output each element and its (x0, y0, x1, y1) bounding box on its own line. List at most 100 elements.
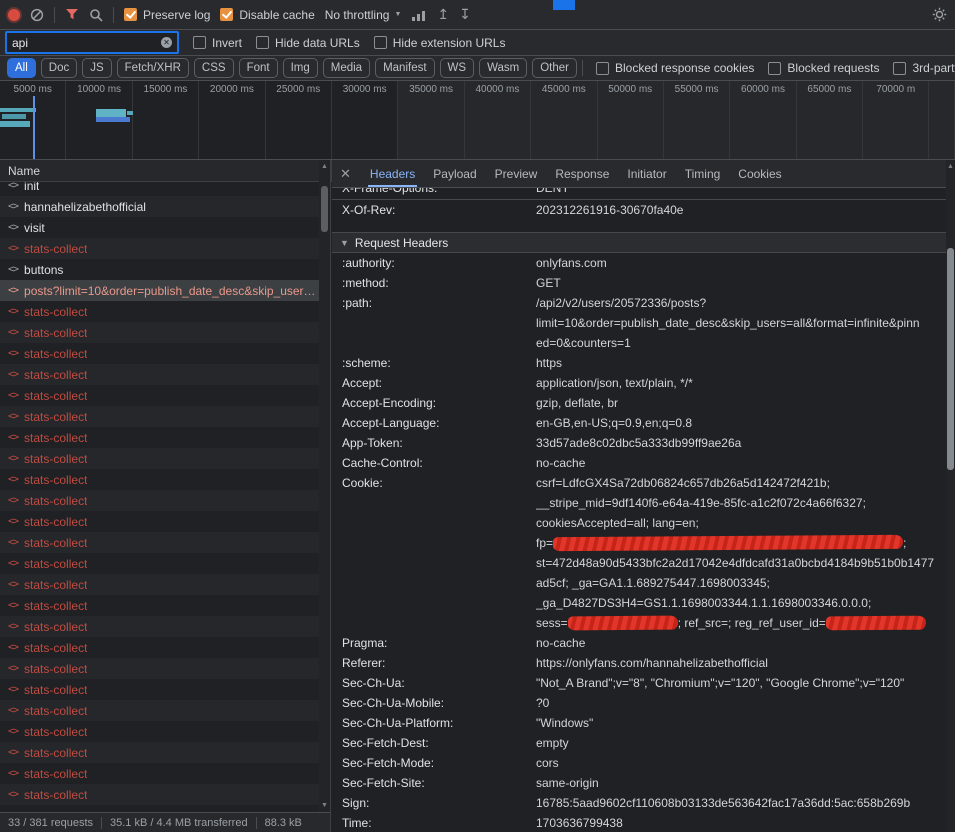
type-filter-other[interactable]: Other (532, 58, 577, 78)
request-row[interactable]: <>stats-collect (0, 679, 319, 700)
request-row[interactable]: <>visit (0, 217, 319, 238)
request-row[interactable]: <>stats-collect (0, 658, 319, 679)
request-row[interactable]: <>stats-collect (0, 322, 319, 343)
request-row[interactable]: <>stats-collect (0, 343, 319, 364)
timeline-column[interactable]: 20000 ms (199, 81, 265, 159)
clear-filter-icon[interactable]: ✕ (161, 37, 172, 48)
request-row[interactable]: <>stats-collect (0, 742, 319, 763)
throttling-dropdown[interactable]: No throttling ▼ (325, 8, 402, 22)
type-filter-all[interactable]: All (7, 58, 36, 78)
script-file-icon: <> (8, 327, 18, 338)
request-row[interactable]: <>stats-collect (0, 574, 319, 595)
type-filter-js[interactable]: JS (82, 58, 111, 78)
type-filter-doc[interactable]: Doc (41, 58, 77, 78)
request-row[interactable]: <>stats-collect (0, 511, 319, 532)
name-column-header[interactable]: Name (0, 160, 332, 182)
request-name: stats-collect (24, 725, 87, 739)
request-row[interactable]: <>stats-collect (0, 238, 319, 259)
type-filter-wasm[interactable]: Wasm (479, 58, 527, 78)
details-scrollbar[interactable]: ▲ (946, 160, 955, 832)
type-filter-img[interactable]: Img (283, 58, 318, 78)
request-row[interactable]: <>stats-collect (0, 532, 319, 553)
type-filter-media[interactable]: Media (323, 58, 370, 78)
tab-preview[interactable]: Preview (486, 160, 547, 187)
timeline-column[interactable]: 25000 ms (266, 81, 332, 159)
settings-gear-icon[interactable] (932, 7, 947, 22)
timeline-column[interactable]: 60000 ms (730, 81, 796, 159)
request-row[interactable]: <>stats-collect (0, 364, 319, 385)
timeline-column[interactable]: 70000 m (863, 81, 929, 159)
tab-response[interactable]: Response (546, 160, 618, 187)
request-row[interactable]: <>stats-collect (0, 700, 319, 721)
script-file-icon: <> (8, 432, 18, 443)
scroll-up-icon[interactable]: ▲ (319, 163, 330, 170)
request-row[interactable]: <>stats-collect (0, 784, 319, 805)
request-row[interactable]: <>stats-collect (0, 385, 319, 406)
search-icon[interactable] (89, 8, 103, 22)
hide-extension-urls-checkbox[interactable]: Hide extension URLs (374, 36, 506, 50)
request-row[interactable]: <>hannahelizabethofficial (0, 196, 319, 217)
request-row[interactable]: <>stats-collect (0, 595, 319, 616)
filter-icon[interactable] (65, 8, 79, 21)
request-list-scrollbar[interactable]: ▲ ▼ (319, 160, 331, 812)
timeline-column[interactable]: 35000 ms (398, 81, 464, 159)
request-row[interactable]: <>stats-collect (0, 721, 319, 742)
request-row[interactable]: <>stats-collect (0, 637, 319, 658)
scroll-down-icon[interactable]: ▼ (319, 802, 330, 809)
request-row[interactable]: <>stats-collect (0, 616, 319, 637)
timeline-column[interactable]: 45000 ms (531, 81, 597, 159)
type-filter-font[interactable]: Font (239, 58, 278, 78)
request-row[interactable]: <>stats-collect (0, 469, 319, 490)
request-headers-section-header[interactable]: ▼ Request Headers (332, 232, 946, 253)
scrollbar-thumb[interactable] (947, 248, 954, 470)
request-row[interactable]: <>posts?limit=10&order=publish_date_desc… (0, 280, 319, 301)
request-row[interactable]: <>stats-collect (0, 301, 319, 322)
timeline-column[interactable]: 5000 ms (0, 81, 66, 159)
filter-input[interactable] (12, 36, 157, 50)
tab-initiator[interactable]: Initiator (618, 160, 675, 187)
timeline-column[interactable]: 10000 ms (66, 81, 132, 159)
hide-data-urls-checkbox[interactable]: Hide data URLs (256, 36, 360, 50)
import-har-icon[interactable]: ↥ (437, 6, 449, 23)
request-header-row: Referer:https://onlyfans.com/hannaheliza… (332, 653, 946, 673)
request-row[interactable]: <>stats-collect (0, 553, 319, 574)
type-filter-manifest[interactable]: Manifest (375, 58, 434, 78)
tab-headers[interactable]: Headers (361, 160, 424, 187)
timeline-column[interactable]: 15000 ms (133, 81, 199, 159)
scroll-up-icon[interactable]: ▲ (945, 163, 955, 170)
checkbox-blocked-requests[interactable]: Blocked requests (768, 61, 879, 75)
type-filter-fetch-xhr[interactable]: Fetch/XHR (117, 58, 189, 78)
type-filter-ws[interactable]: WS (440, 58, 475, 78)
type-filter-css[interactable]: CSS (194, 58, 234, 78)
request-row[interactable]: <>init (0, 182, 319, 196)
redaction-scribble (568, 616, 678, 631)
preserve-log-checkbox[interactable]: Preserve log (124, 8, 210, 22)
request-row[interactable]: <>stats-collect (0, 763, 319, 784)
request-row[interactable]: <>stats-collect (0, 448, 319, 469)
disable-cache-checkbox[interactable]: Disable cache (220, 8, 314, 22)
clear-icon[interactable] (30, 8, 44, 22)
timeline-column[interactable]: 30000 ms (332, 81, 398, 159)
request-row[interactable]: <>stats-collect (0, 490, 319, 511)
scrollbar-thumb[interactable] (321, 186, 328, 232)
record-icon[interactable] (8, 9, 20, 21)
request-row[interactable]: <>stats-collect (0, 406, 319, 427)
tab-payload[interactable]: Payload (424, 160, 485, 187)
timeline-column[interactable]: 55000 ms (664, 81, 730, 159)
tab-cookies[interactable]: Cookies (729, 160, 790, 187)
tab-timing[interactable]: Timing (676, 160, 730, 187)
checkbox-blocked-response-cookies[interactable]: Blocked response cookies (596, 61, 754, 75)
timeline-column[interactable]: 65000 ms (797, 81, 863, 159)
timeline-column[interactable] (929, 81, 955, 159)
timeline-grid[interactable]: 5000 ms10000 ms15000 ms20000 ms25000 ms3… (0, 81, 955, 160)
close-icon[interactable]: ✕ (340, 166, 351, 182)
timeline-column[interactable]: 50000 ms (598, 81, 664, 159)
request-row[interactable]: <>buttons (0, 259, 319, 280)
request-row[interactable]: <>stats-collect (0, 427, 319, 448)
checkbox-3rd-party-requests[interactable]: 3rd-party requests (893, 61, 955, 75)
export-har-icon[interactable]: ↧ (459, 6, 471, 23)
timeline-column[interactable]: 40000 ms (465, 81, 531, 159)
network-conditions-icon[interactable] (411, 9, 427, 21)
header-value: 1703636799438 (536, 813, 946, 832)
invert-checkbox[interactable]: Invert (193, 36, 242, 50)
